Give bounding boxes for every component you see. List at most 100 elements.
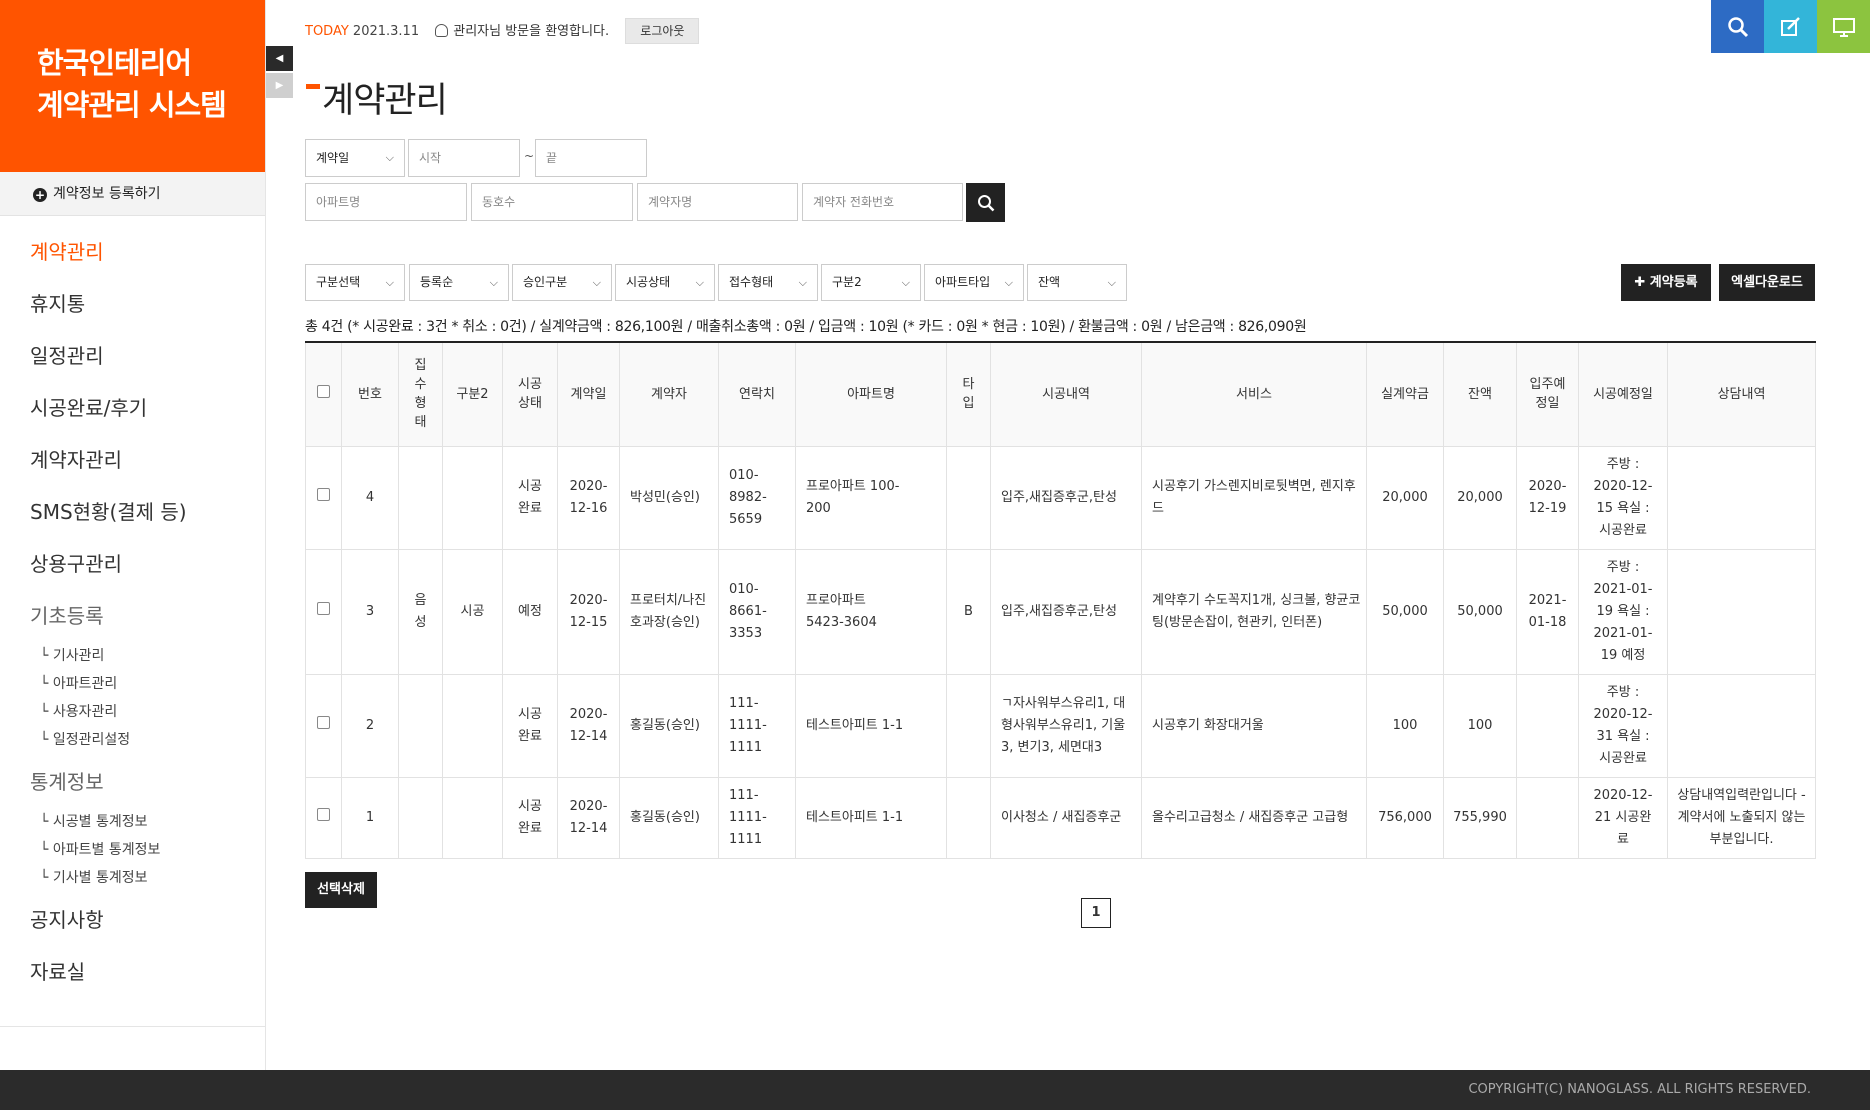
table-row[interactable]: 4 시공완료 2020-12-16 박성민(승인) 010-8982-5659 … [305, 445, 1816, 550]
cell-date: 2020-12-14 [557, 776, 620, 859]
summary-text: 총 4건 (* 시공완료 : 3건 * 취소 : 0건) / 실계약금액 : 8… [305, 319, 1307, 335]
stats-submenu: └ 시공별 통계정보 └ 아파트별 통계정보 └ 기사별 통계정보 [0, 808, 265, 892]
edit-button[interactable] [1764, 0, 1817, 53]
row-checkbox[interactable] [317, 715, 330, 729]
col-header[interactable]: 상담내역 [1667, 341, 1816, 447]
apartment-name-input[interactable]: 아파트명 [305, 183, 467, 221]
end-date-input[interactable]: 끝 [535, 139, 647, 177]
row-checkbox[interactable] [317, 807, 330, 821]
cell-contractor[interactable]: 홍길동(승인) [619, 776, 719, 859]
row-checkbox[interactable] [317, 601, 330, 615]
sidebar-item-phrases[interactable]: 상용구관리 [0, 538, 265, 590]
contractor-phone-input[interactable]: 계약자 전화번호 [802, 183, 963, 221]
col-header[interactable]: 번호 [341, 341, 399, 447]
sidebar-item-contracts[interactable]: 계약관리 [0, 226, 265, 278]
contracts-table: 번호 집수형태 구분2 시공상태 계약일 계약자 연락치 아파트명 타입 시공내… [305, 341, 1816, 859]
sidebar-item-notice[interactable]: 공지사항 [0, 894, 265, 946]
filter-category[interactable]: 구분선택 ⌵ [305, 264, 405, 301]
register-contract-link[interactable]: + 계약정보 등록하기 [0, 172, 265, 216]
table-row[interactable]: 1 시공완료 2020-12-14 홍길동(승인) 111-1111-1111 … [305, 776, 1816, 859]
filter-label: 잔액 [1038, 275, 1061, 289]
cell-contractor[interactable]: 박성민(승인) [619, 445, 719, 550]
sidebar-item-stats[interactable]: 통계정보 [0, 756, 265, 808]
col-header[interactable]: 잔액 [1443, 341, 1517, 447]
contractor-name-input[interactable]: 계약자명 [637, 183, 798, 221]
page-number-1[interactable]: 1 [1081, 898, 1111, 928]
sidebar-item-archive[interactable]: 자료실 [0, 946, 265, 998]
filter-approval[interactable]: 승인구분 ⌵ [512, 264, 612, 301]
col-header[interactable]: 타입 [946, 341, 991, 447]
today-label: TODAY [305, 24, 349, 39]
sidebar-subitem-apartments[interactable]: └ 아파트관리 [0, 670, 265, 698]
filter-balance[interactable]: 잔액 ⌵ [1027, 264, 1127, 301]
table-row[interactable]: 2 시공완료 2020-12-14 홍길동(승인) 111-1111-1111 … [305, 673, 1816, 778]
filter-work-status[interactable]: 시공상태 ⌵ [615, 264, 715, 301]
cell-service: 시공후기 화장대거울 [1141, 673, 1367, 778]
filter-apartment-type[interactable]: 아파트타입 ⌵ [924, 264, 1024, 301]
chevron-down-icon: ⌵ [385, 151, 394, 164]
sidebar-item-schedule[interactable]: 일정관리 [0, 330, 265, 382]
col-header[interactable]: 서비스 [1141, 341, 1367, 447]
register-contract-button[interactable]: ✚ 계약등록 [1621, 264, 1711, 301]
search-button[interactable] [1711, 0, 1764, 53]
footer-copyright: COPYRIGHT(C) NANOGLASS. ALL RIGHTS RESER… [0, 1070, 1870, 1110]
col-header[interactable]: 실계약금 [1366, 341, 1444, 447]
col-header[interactable]: 계약일 [557, 341, 620, 447]
welcome-text: 관리자님 방문을 환영합니다. [453, 24, 610, 39]
col-header[interactable]: 입주예정일 [1516, 341, 1579, 447]
search-submit-button[interactable] [966, 183, 1005, 222]
sidebar-subitem-technicians[interactable]: └ 기사관리 [0, 642, 265, 670]
chevron-down-icon: ⌵ [1107, 276, 1116, 289]
sidebar-subitem-stats-technician[interactable]: └ 기사별 통계정보 [0, 864, 265, 892]
sidebar-divider [0, 1026, 266, 1027]
col-header[interactable]: 계약자 [619, 341, 719, 447]
delete-selected-button[interactable]: 선택삭제 [305, 872, 377, 908]
sidebar-menu: 계약관리 휴지통 일정관리 시공완료/후기 계약자관리 SMS현황(결제 등) … [0, 216, 265, 998]
collapse-left-icon[interactable]: ◀ [266, 46, 293, 71]
row-checkbox[interactable] [317, 487, 330, 501]
logo[interactable]: 한국인테리어 계약관리 시스템 [0, 0, 265, 172]
cell-phone: 111-1111-1111 [718, 776, 796, 859]
sidebar-item-trash[interactable]: 휴지통 [0, 278, 265, 330]
logout-button[interactable]: 로그아웃 [625, 18, 700, 44]
expand-right-icon[interactable]: ▶ [266, 73, 293, 98]
col-header[interactable]: 구분2 [442, 341, 503, 447]
cell-contractor[interactable]: 프로터치/나진호과장(승인) [619, 548, 719, 675]
col-header[interactable]: 집수형태 [398, 341, 443, 447]
filter-reception-type[interactable]: 접수형태 ⌵ [718, 264, 818, 301]
date-type-select[interactable]: 계약일 ⌵ [305, 139, 405, 177]
col-header[interactable]: 시공상태 [502, 341, 558, 447]
excel-download-button[interactable]: 엑셀다운로드 [1719, 264, 1815, 301]
sidebar-subitem-users[interactable]: └ 사용자관리 [0, 698, 265, 726]
start-date-input[interactable]: 시작 [408, 139, 520, 177]
chevron-down-icon: ⌵ [695, 276, 704, 289]
cell-amount: 756,000 [1366, 776, 1444, 859]
cell-consult [1667, 673, 1816, 778]
sidebar-subitem-stats-apartment[interactable]: └ 아파트별 통계정보 [0, 836, 265, 864]
monitor-button[interactable] [1817, 0, 1870, 53]
cell-amount: 100 [1366, 673, 1444, 778]
sidebar-subitem-stats-work[interactable]: └ 시공별 통계정보 [0, 808, 265, 836]
sidebar-item-sms[interactable]: SMS현황(결제 등) [0, 486, 265, 538]
col-header[interactable]: 시공예정일 [1578, 341, 1668, 447]
cell-no: 1 [341, 776, 399, 859]
sidebar-item-contractors[interactable]: 계약자관리 [0, 434, 265, 486]
col-header[interactable]: 연락치 [718, 341, 796, 447]
filter-sort[interactable]: 등록순 ⌵ [409, 264, 509, 301]
filter-label: 등록순 [420, 275, 454, 289]
cell-contractor[interactable]: 홍길동(승인) [619, 673, 719, 778]
cell-reception [398, 776, 443, 859]
sidebar-subitem-schedule-settings[interactable]: └ 일정관리설정 [0, 726, 265, 754]
cell-phone: 010-8982-5659 [718, 445, 796, 550]
cell-type [946, 776, 991, 859]
unit-number-input[interactable]: 동호수 [471, 183, 633, 221]
sidebar-item-basic[interactable]: 기초등록 [0, 590, 265, 642]
select-all-checkbox[interactable] [317, 384, 330, 398]
sidebar-item-completed-reviews[interactable]: 시공완료/후기 [0, 382, 265, 434]
col-header[interactable]: 시공내역 [990, 341, 1142, 447]
filter-division2[interactable]: 구분2 ⌵ [821, 264, 921, 301]
cell-service: 올수리고급청소 / 새집증후군 고급형 [1141, 776, 1367, 859]
col-header[interactable]: 아파트명 [795, 341, 947, 447]
cell-work: ㄱ자사워부스유리1, 대형사워부스유리1, 기울3, 변기3, 세면대3 [990, 673, 1142, 778]
table-row[interactable]: 3 음성 시공 예정 2020-12-15 프로터치/나진호과장(승인) 010… [305, 548, 1816, 675]
